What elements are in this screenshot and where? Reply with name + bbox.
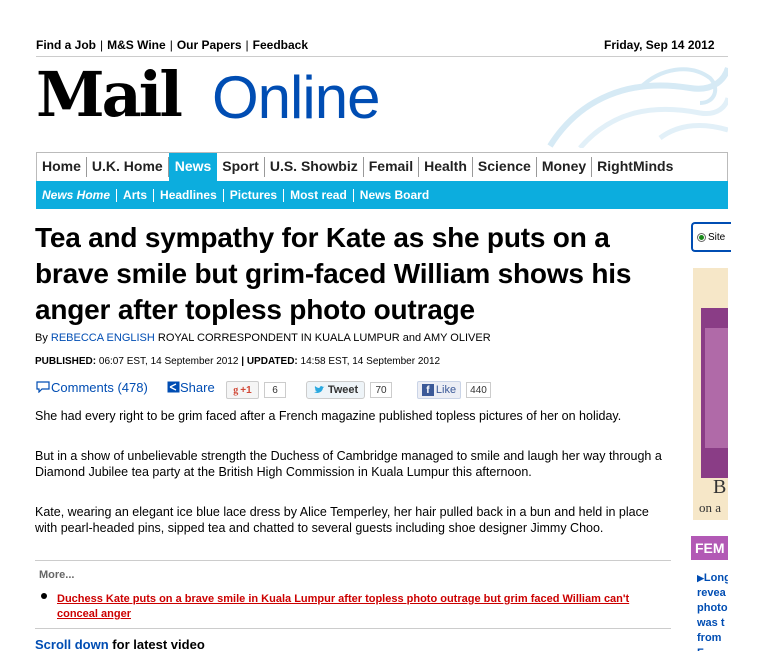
divider <box>35 560 671 561</box>
share-link[interactable]: Share <box>167 380 215 395</box>
find-a-job-link[interactable]: Find a Job <box>36 38 96 52</box>
nav-rightminds[interactable]: RightMinds <box>592 157 678 177</box>
published-time: 06:07 EST, 14 September 2012 <box>98 356 239 367</box>
comments-link[interactable]: Comments (478) <box>35 380 148 395</box>
tweet-label: Tweet <box>327 384 359 396</box>
article-paragraph: But in a show of unbelievable strength t… <box>35 449 662 479</box>
divider <box>36 56 728 57</box>
advertisement[interactable]: B on a <box>693 268 728 520</box>
nav-uk-home[interactable]: U.K. Home <box>87 157 169 177</box>
logo-mail[interactable]: Mail <box>36 60 183 130</box>
tweet-button[interactable]: Tweet <box>306 381 365 399</box>
byline: By REBECCA ENGLISH ROYAL CORRESPONDENT I… <box>35 332 491 344</box>
gplus-count: 6 <box>264 382 286 398</box>
publish-info: PUBLISHED: 06:07 EST, 14 September 2012 … <box>35 356 441 367</box>
separator: | <box>245 38 249 52</box>
nav-home[interactable]: Home <box>37 157 87 177</box>
share-icon <box>167 381 180 393</box>
ms-wine-link[interactable]: M&S Wine <box>107 38 166 52</box>
updated-label: UPDATED: <box>246 356 298 367</box>
related-article-link[interactable]: Duchess Kate puts on a brave smile in Ku… <box>57 592 657 622</box>
teaser-line: Long <box>703 572 728 584</box>
tweet-count: 70 <box>370 382 392 398</box>
separator: | <box>100 38 104 52</box>
like-label: Like <box>435 384 457 396</box>
logo-online[interactable]: Online <box>212 60 380 136</box>
sub-nav: News Home Arts Headlines Pictures Most r… <box>36 181 728 209</box>
article-paragraph: She had every right to be grim faced aft… <box>35 409 622 423</box>
teaser-line: revea <box>697 587 726 599</box>
scroll-prompt: Scroll down for latest video <box>35 637 205 652</box>
main-nav: Home U.K. Home News Sport U.S. Showbiz F… <box>36 152 728 181</box>
article-headline: Tea and sympathy for Kate as she puts on… <box>35 222 632 325</box>
subnav-headlines[interactable]: Headlines <box>154 188 224 202</box>
updated-time: 14:58 EST, 14 September 2012 <box>300 356 441 367</box>
ad-text: on a <box>699 500 722 515</box>
bullet <box>41 593 47 599</box>
article-paragraph: Kate, wearing an elegant ice blue lace d… <box>35 505 649 535</box>
site-option-label: Site <box>708 231 726 243</box>
subnav-pictures[interactable]: Pictures <box>224 188 285 202</box>
femail-heading[interactable]: FEM <box>691 536 728 560</box>
nav-money[interactable]: Money <box>537 157 593 177</box>
nav-news[interactable]: News <box>168 153 218 181</box>
ad-graphic <box>705 328 728 448</box>
nav-health[interactable]: Health <box>419 157 473 177</box>
ad-letter: B <box>713 476 727 498</box>
date-display: Friday, Sep 14 2012 <box>604 38 715 52</box>
google-icon: g <box>233 384 239 396</box>
femail-teaser[interactable]: ▶Long revea photo was t from F <box>697 571 728 651</box>
nav-science[interactable]: Science <box>473 157 537 177</box>
divider <box>35 628 671 629</box>
teaser-line: was t <box>697 617 725 629</box>
facebook-icon: f <box>421 384 434 396</box>
search-scope-box: Site <box>691 222 731 252</box>
teaser-line: from <box>697 632 722 644</box>
more-label: More... <box>39 569 75 581</box>
byline-role: ROYAL CORRESPONDENT IN KUALA LUMPUR and <box>157 332 422 344</box>
arrow-icon: ▶ <box>697 573 704 583</box>
speech-bubble-icon <box>36 381 50 394</box>
published-label: PUBLISHED: <box>35 356 97 367</box>
nav-sport[interactable]: Sport <box>217 157 265 177</box>
separator: | <box>169 38 173 52</box>
scroll-rest: for latest video <box>112 637 205 652</box>
author-name: AMY OLIVER <box>423 332 491 344</box>
nav-femail[interactable]: Femail <box>364 157 420 177</box>
feedback-link[interactable]: Feedback <box>253 38 308 52</box>
nav-us-showbiz[interactable]: U.S. Showbiz <box>265 157 364 177</box>
like-count: 440 <box>466 382 491 398</box>
author-link[interactable]: REBECCA ENGLISH <box>51 332 155 344</box>
gplus-button[interactable]: g +1 <box>226 381 259 399</box>
site-radio[interactable] <box>697 232 706 242</box>
utility-links: Find a Job | M&S Wine | Our Papers | Feedback <box>36 38 308 52</box>
our-papers-link[interactable]: Our Papers <box>177 38 242 52</box>
subnav-arts[interactable]: Arts <box>117 188 155 202</box>
facebook-like-button[interactable]: f Like <box>417 381 461 399</box>
comments-label: Comments (478) <box>51 380 148 395</box>
subnav-most-read[interactable]: Most read <box>284 188 354 202</box>
twitter-bird-icon <box>313 386 325 393</box>
scroll-down-link[interactable]: Scroll down <box>35 637 109 652</box>
subnav-news-board[interactable]: News Board <box>354 188 435 202</box>
teaser-line: F <box>697 646 728 651</box>
byline-prefix: By <box>35 332 48 344</box>
decorative-swirl <box>547 66 728 148</box>
teaser-line: photo <box>697 602 728 614</box>
gplus-label: +1 <box>240 384 252 396</box>
subnav-news-home[interactable]: News Home <box>36 188 118 202</box>
share-label: Share <box>180 380 215 395</box>
